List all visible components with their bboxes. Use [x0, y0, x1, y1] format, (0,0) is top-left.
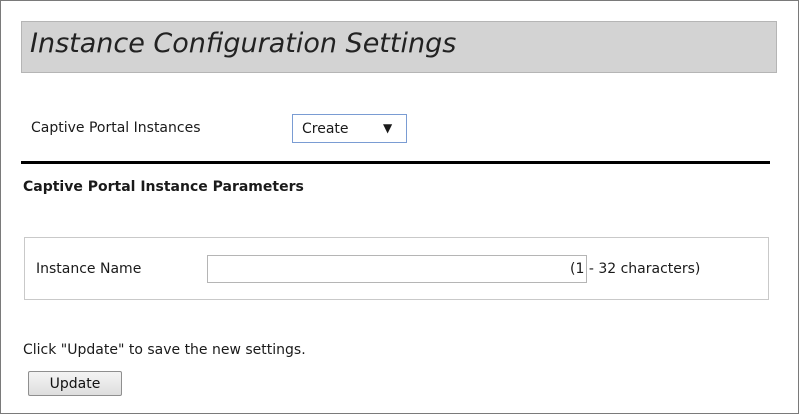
instance-name-input[interactable]	[207, 255, 587, 283]
captive-portal-instances-select[interactable]: Create ▼	[292, 114, 407, 143]
section-title: Captive Portal Instance Parameters	[23, 179, 304, 195]
update-help-text: Click "Update" to save the new settings.	[23, 342, 306, 358]
title-bar: Instance Configuration Settings	[21, 21, 777, 73]
captive-portal-instances-label: Captive Portal Instances	[31, 120, 201, 136]
page-frame: Instance Configuration Settings Captive …	[0, 0, 799, 414]
instance-name-label: Instance Name	[36, 261, 142, 277]
instance-parameters-fieldset: Instance Name (1 - 32 characters)	[24, 237, 769, 300]
caret-down-icon: ▼	[383, 121, 393, 135]
update-button[interactable]: Update	[28, 371, 122, 396]
section-divider	[21, 161, 770, 164]
instance-name-hint: (1 - 32 characters)	[570, 261, 701, 277]
select-value: Create	[302, 120, 349, 137]
page-title: Instance Configuration Settings	[30, 28, 457, 59]
